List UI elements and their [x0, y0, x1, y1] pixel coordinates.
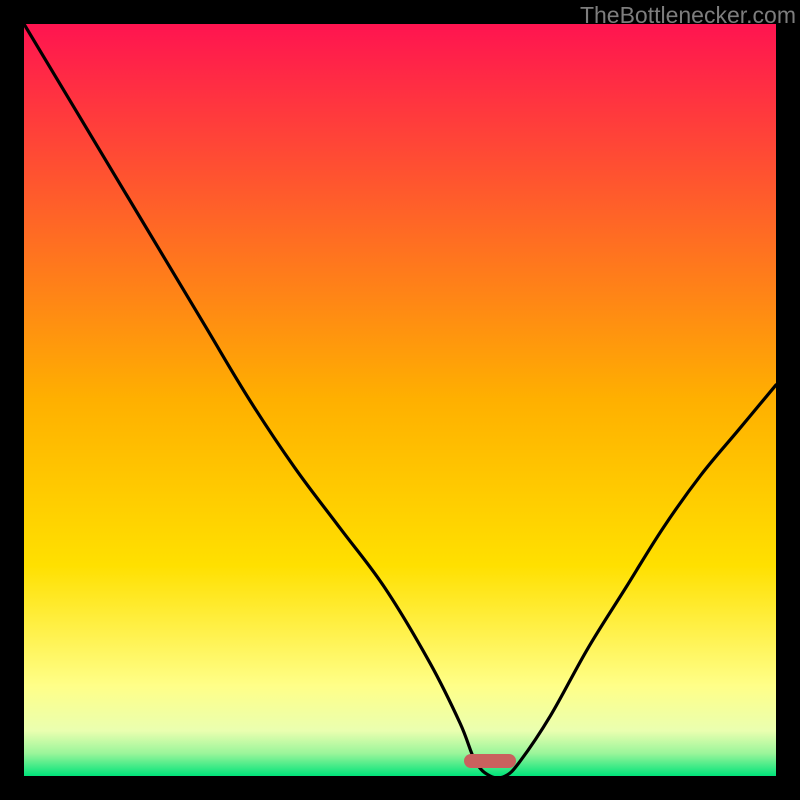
optimum-marker-icon	[464, 754, 516, 768]
plot-area	[24, 24, 776, 776]
bottleneck-curve	[24, 24, 776, 776]
chart-frame: TheBottlenecker.com	[0, 0, 800, 800]
